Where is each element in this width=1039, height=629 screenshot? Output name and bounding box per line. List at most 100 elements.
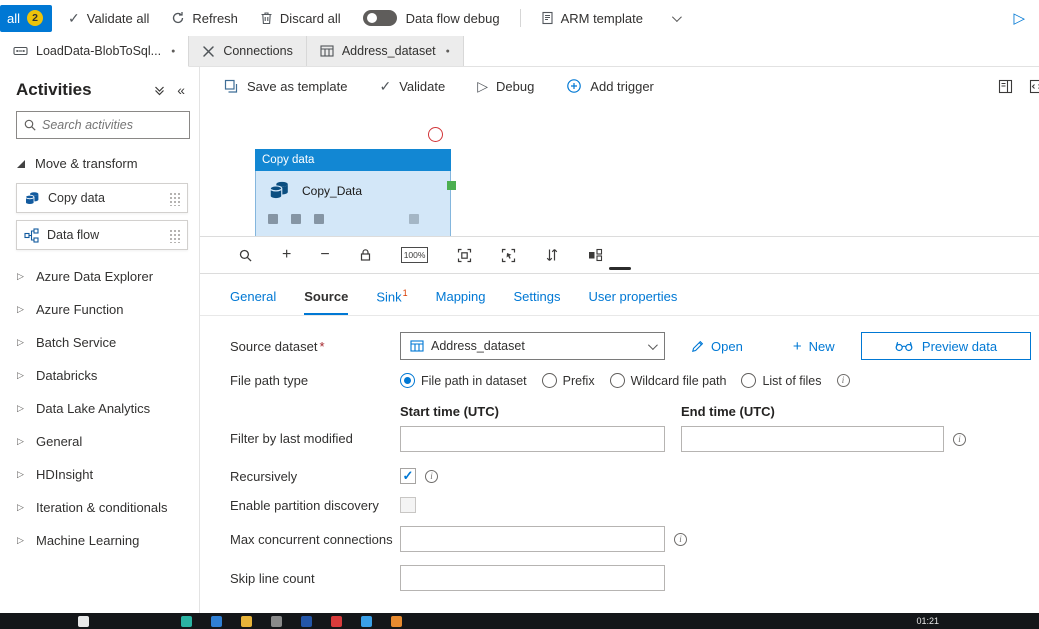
- radio-list-of-files[interactable]: List of files: [741, 373, 822, 388]
- group-batch-service[interactable]: ▷ Batch Service: [0, 326, 199, 359]
- radio-label: File path in dataset: [421, 373, 527, 388]
- publish-all-badge: 2: [27, 10, 44, 26]
- toolbar-divider: [519, 9, 521, 27]
- zoom-out-icon[interactable]: −: [320, 247, 329, 263]
- data-flow-debug-toggle[interactable]: [362, 10, 397, 26]
- open-dataset-button[interactable]: Open: [691, 339, 743, 354]
- add-trigger-button[interactable]: Add trigger: [566, 78, 654, 94]
- canvas-toolbar: Save as template ✓ Validate ▷ Debug Add …: [200, 67, 1039, 105]
- layout-icon[interactable]: [588, 248, 603, 262]
- collapse-panel-icon[interactable]: «: [177, 83, 185, 97]
- group-iteration-conditionals[interactable]: ▷ Iteration & conditionals: [0, 491, 199, 524]
- group-machine-learning[interactable]: ▷ Machine Learning: [0, 524, 199, 557]
- search-icon[interactable]: [238, 248, 253, 263]
- source-dataset-select[interactable]: Address_dataset: [400, 332, 665, 360]
- max-concurrent-connections-input[interactable]: [400, 526, 665, 552]
- info-icon[interactable]: [953, 432, 966, 446]
- source-settings-form: Source dataset * Address_dataset Open + …: [200, 316, 1039, 613]
- code-view-icon[interactable]: [1029, 79, 1039, 94]
- activity-item-copy-data[interactable]: Copy data: [16, 183, 188, 213]
- radio-prefix[interactable]: Prefix: [541, 373, 595, 388]
- taskbar-app-icon[interactable]: [78, 615, 89, 627]
- pipeline-editor: Save as template ✓ Validate ▷ Debug Add …: [200, 67, 1039, 613]
- pipeline-canvas[interactable]: Copy data Copy_Data: [200, 105, 1039, 236]
- group-azure-function[interactable]: ▷ Azure Function: [0, 293, 199, 326]
- end-time-input[interactable]: [681, 426, 944, 452]
- taskbar-app-icon[interactable]: [361, 615, 372, 627]
- auto-align-icon[interactable]: [545, 248, 559, 262]
- zoom-to-fit-icon[interactable]: [457, 248, 472, 263]
- group-general[interactable]: ▷ General: [0, 425, 199, 458]
- run-icon[interactable]: ▷: [1013, 9, 1025, 27]
- tab-connections[interactable]: Connections: [189, 36, 307, 66]
- source-dataset-label: Source dataset *: [230, 338, 325, 354]
- group-hdinsight[interactable]: ▷ HDInsight: [0, 458, 199, 491]
- taskbar-app-icon[interactable]: [181, 615, 192, 627]
- group-databricks[interactable]: ▷ Databricks: [0, 359, 199, 392]
- radio-file-path-in-dataset[interactable]: File path in dataset: [400, 373, 527, 388]
- activity-action-icon[interactable]: [268, 214, 278, 224]
- zoom-in-icon[interactable]: +: [282, 247, 291, 263]
- info-icon[interactable]: [836, 374, 850, 387]
- tab-address-dataset[interactable]: Address_dataset ●: [306, 36, 464, 66]
- arm-template-button[interactable]: ARM template: [541, 11, 682, 26]
- tab-mapping[interactable]: Mapping: [436, 289, 486, 315]
- search-activities-input[interactable]: [42, 118, 183, 132]
- drag-handle-icon[interactable]: [169, 190, 180, 206]
- activity-action-icon[interactable]: [314, 214, 324, 224]
- copy-activity-node[interactable]: Copy data Copy_Data: [255, 149, 456, 236]
- partition-discovery-checkbox[interactable]: [400, 497, 416, 513]
- refresh-button[interactable]: Refresh: [171, 11, 238, 26]
- activity-type-header: Copy data: [255, 149, 451, 171]
- tab-settings[interactable]: Settings: [514, 289, 561, 315]
- info-icon[interactable]: [425, 469, 438, 483]
- canvas-zoom-toolbar: + − 100%: [200, 236, 1039, 274]
- lock-icon[interactable]: [359, 248, 372, 262]
- tab-pipeline-loaddata[interactable]: LoadData-BlobToSql... ●: [0, 36, 190, 67]
- preview-data-button[interactable]: Preview data: [861, 332, 1031, 360]
- tab-sink[interactable]: Sink1: [376, 288, 407, 315]
- copy-data-icon: [25, 191, 39, 205]
- taskbar-app-icon[interactable]: [271, 615, 282, 627]
- properties-panel-icon[interactable]: [998, 79, 1013, 94]
- validate-button[interactable]: ✓ Validate: [379, 79, 445, 94]
- group-data-lake-analytics[interactable]: ▷ Data Lake Analytics: [0, 392, 199, 425]
- discard-all-button[interactable]: Discard all: [260, 11, 341, 26]
- taskbar-app-icon[interactable]: [241, 615, 252, 627]
- new-dataset-button[interactable]: + New: [793, 339, 835, 354]
- activity-item-data-flow[interactable]: Data flow: [16, 220, 188, 250]
- drag-handle-icon[interactable]: [169, 227, 180, 243]
- taskbar-app-icon[interactable]: [391, 615, 402, 627]
- tab-user-properties[interactable]: User properties: [589, 289, 678, 315]
- group-label: Iteration & conditionals: [36, 500, 168, 515]
- panel-resize-handle[interactable]: [608, 267, 631, 270]
- debug-button[interactable]: ▷ Debug: [477, 79, 534, 94]
- save-as-template-button[interactable]: Save as template: [224, 79, 347, 94]
- validate-all-button[interactable]: ✓ Validate all: [68, 11, 149, 26]
- taskbar-app-icon[interactable]: [331, 615, 342, 627]
- activity-action-icon[interactable]: [409, 214, 419, 224]
- properties-tab-bar: General Source Sink1 Mapping Settings Us…: [200, 274, 1039, 316]
- tab-general[interactable]: General: [230, 289, 276, 315]
- group-label: Azure Data Explorer: [36, 269, 154, 284]
- radio-icon: [400, 373, 415, 388]
- collapse-all-icon[interactable]: [153, 84, 166, 97]
- zoom-reset-button[interactable]: 100%: [400, 247, 429, 263]
- publish-all-button[interactable]: all 2: [0, 4, 53, 32]
- taskbar-app-icon[interactable]: [301, 615, 312, 627]
- group-azure-data-explorer[interactable]: ▷ Azure Data Explorer: [0, 260, 199, 293]
- group-move-and-transform[interactable]: Move & transform: [0, 147, 199, 180]
- radio-wildcard-file-path[interactable]: Wildcard file path: [609, 373, 726, 388]
- start-time-input[interactable]: [400, 426, 665, 452]
- group-label: Data Lake Analytics: [36, 401, 151, 416]
- activity-action-icon[interactable]: [291, 214, 301, 224]
- tab-source[interactable]: Source: [304, 289, 349, 315]
- taskbar-app-icon[interactable]: [211, 615, 222, 627]
- add-trigger-label: Add trigger: [590, 78, 654, 94]
- output-connector[interactable]: [447, 181, 456, 190]
- skip-line-count-input[interactable]: [400, 565, 665, 591]
- multi-select-icon[interactable]: [501, 248, 516, 263]
- recursively-checkbox[interactable]: ✓: [400, 468, 416, 484]
- info-icon[interactable]: [674, 532, 687, 546]
- start-time-header: Start time (UTC): [400, 404, 499, 419]
